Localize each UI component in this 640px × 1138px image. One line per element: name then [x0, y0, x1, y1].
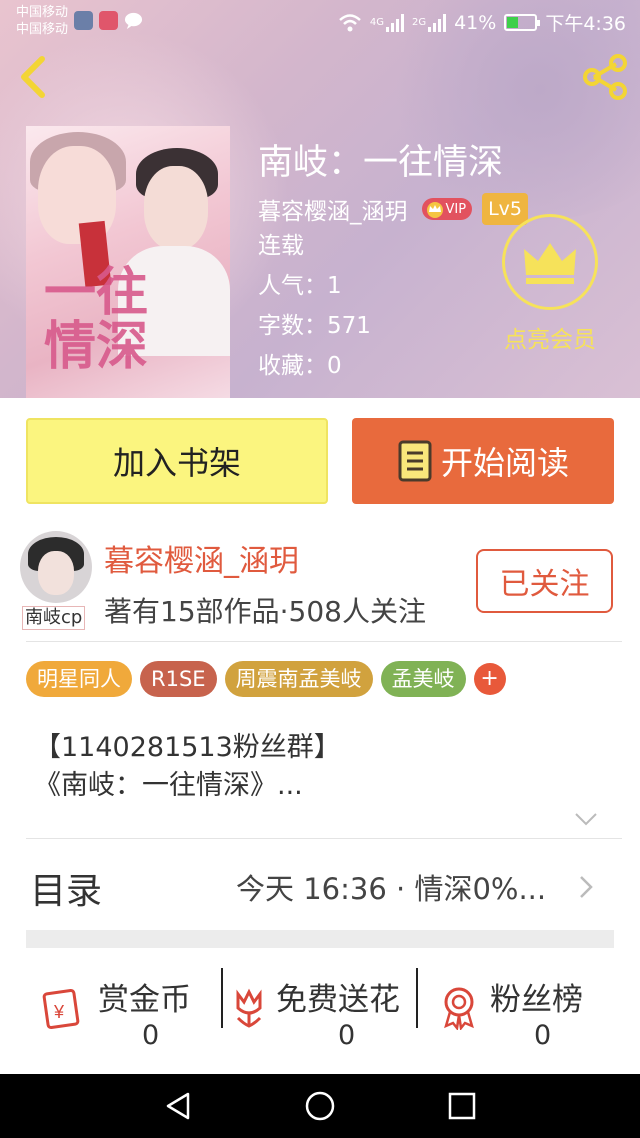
app-notification-icon	[74, 11, 93, 30]
favorites-count: 收藏：0	[258, 353, 342, 379]
status-bar: 中国移动 中国移动 4G 2G 41% 下午4:36	[0, 0, 640, 42]
toc-label: 目录	[30, 871, 103, 912]
tag-chip[interactable]: 周震南孟美岐	[224, 661, 373, 697]
add-to-shelf-button[interactable]: 加入书架	[26, 418, 328, 504]
crown-icon	[524, 243, 576, 284]
cover-title-line-1: 一往	[44, 262, 149, 323]
book-author[interactable]: 暮容樱涵_涵玥	[258, 192, 408, 226]
book-title: 南岐：一往情深	[258, 143, 504, 183]
stat-divider	[221, 968, 223, 1028]
toc-latest-chapter: 今天 16:36 · 情深0%...	[236, 872, 547, 906]
tag-chip[interactable]: 孟美岐	[380, 661, 466, 697]
network-2-label: 2G	[411, 17, 427, 28]
author-row: 暮容樱涵_涵玥 VIP Lv5	[258, 192, 528, 226]
stat-label: 免费送花	[276, 982, 400, 1018]
book-info: 南岐：一往情深 暮容樱涵_涵玥 VIP Lv5 连载 人气：1 字数：571 收…	[258, 140, 528, 386]
member-button[interactable]: 点亮会员	[492, 214, 608, 354]
section-separator	[26, 930, 614, 948]
back-icon[interactable]	[14, 54, 54, 100]
carrier-2: 中国移动	[16, 22, 69, 37]
stat-divider	[416, 968, 418, 1028]
reward-coins-stat[interactable]: ¥ 赏金币 0	[40, 970, 220, 1051]
book-cover[interactable]: 一往 情深	[26, 126, 230, 398]
divider	[26, 641, 622, 642]
tag-list: 明星同人 R1SE 周震南孟美岐 孟美岐 +	[26, 661, 506, 697]
stat-label: 粉丝榜	[490, 982, 583, 1018]
clock: 下午4:36	[545, 13, 626, 35]
fan-ranking-stat[interactable]: 粉丝榜 0	[436, 970, 616, 1051]
description-line-2: 《南岐：一往情深》...	[34, 770, 303, 801]
add-tag-button[interactable]: +	[473, 663, 506, 695]
status-right: 4G 2G 41% 下午4:36	[338, 9, 626, 36]
carrier-1: 中国移动	[16, 5, 69, 20]
book-icon	[398, 440, 432, 482]
serial-status: 连载	[258, 233, 304, 259]
nav-back-icon[interactable]	[162, 1090, 194, 1122]
book-description[interactable]: 【1140281513粉丝群】 《南岐：一往情深》...	[34, 729, 341, 805]
popularity: 人气：1	[258, 273, 342, 299]
tag-chip[interactable]: 明星同人	[26, 661, 132, 697]
stat-value: 0	[142, 1020, 160, 1051]
add-to-shelf-label: 加入书架	[112, 444, 241, 482]
cover-title-art: 一往 情深	[44, 266, 148, 374]
description-line-1: 【1140281513粉丝群】	[34, 732, 341, 763]
start-reading-label: 开始阅读	[440, 444, 569, 482]
divider	[26, 838, 622, 839]
vip-crown-icon	[426, 202, 443, 218]
author-name[interactable]: 暮容樱涵_涵玥	[104, 536, 299, 580]
signal-2-icon	[428, 13, 447, 32]
free-flowers-stat[interactable]: 免费送花 0	[226, 970, 416, 1051]
system-nav-bar	[0, 1074, 640, 1138]
stat-value: 0	[534, 1020, 552, 1051]
cover-figure-2	[144, 166, 208, 250]
author-stats: 著有15部作品·508人关注	[104, 595, 426, 628]
avatar-face	[38, 551, 74, 595]
carrier-labels: 中国移动 中国移动	[16, 4, 68, 38]
stat-label: 赏金币	[98, 982, 191, 1018]
follow-button[interactable]: 已关注	[476, 549, 613, 613]
network-1-label: 4G	[369, 17, 384, 28]
wifi-icon	[339, 13, 361, 31]
author-avatar[interactable]	[20, 531, 92, 603]
share-icon[interactable]	[580, 52, 630, 102]
member-label: 点亮会员	[504, 327, 596, 353]
vip-label: VIP	[445, 201, 467, 217]
calendar-notification-icon	[99, 11, 118, 30]
vip-badge: VIP	[421, 198, 473, 220]
stat-value: 0	[338, 1020, 356, 1051]
battery-icon	[504, 14, 541, 31]
battery-percent: 41%	[454, 11, 497, 34]
tag-chip[interactable]: R1SE	[140, 661, 217, 697]
chevron-down-icon[interactable]	[574, 812, 598, 826]
flower-icon	[236, 988, 262, 1028]
word-count: 字数：571	[258, 313, 371, 339]
follow-label: 已关注	[499, 567, 590, 602]
red-envelope-icon: ¥	[42, 988, 80, 1030]
avatar-tag: 南岐cp	[22, 606, 86, 630]
member-circle	[502, 214, 598, 310]
start-reading-button[interactable]: 开始阅读	[352, 418, 614, 504]
chevron-right-icon	[580, 876, 593, 898]
medal-icon	[444, 987, 474, 1030]
nav-recents-icon[interactable]	[446, 1090, 478, 1122]
nav-home-icon[interactable]	[304, 1090, 336, 1122]
notification-icons	[74, 11, 143, 30]
svg-text:¥: ¥	[53, 1002, 65, 1022]
cover-title-line-2: 情深	[44, 316, 149, 377]
message-icon	[124, 12, 143, 30]
battery-fill	[507, 17, 519, 28]
signal-1-icon	[385, 13, 404, 32]
